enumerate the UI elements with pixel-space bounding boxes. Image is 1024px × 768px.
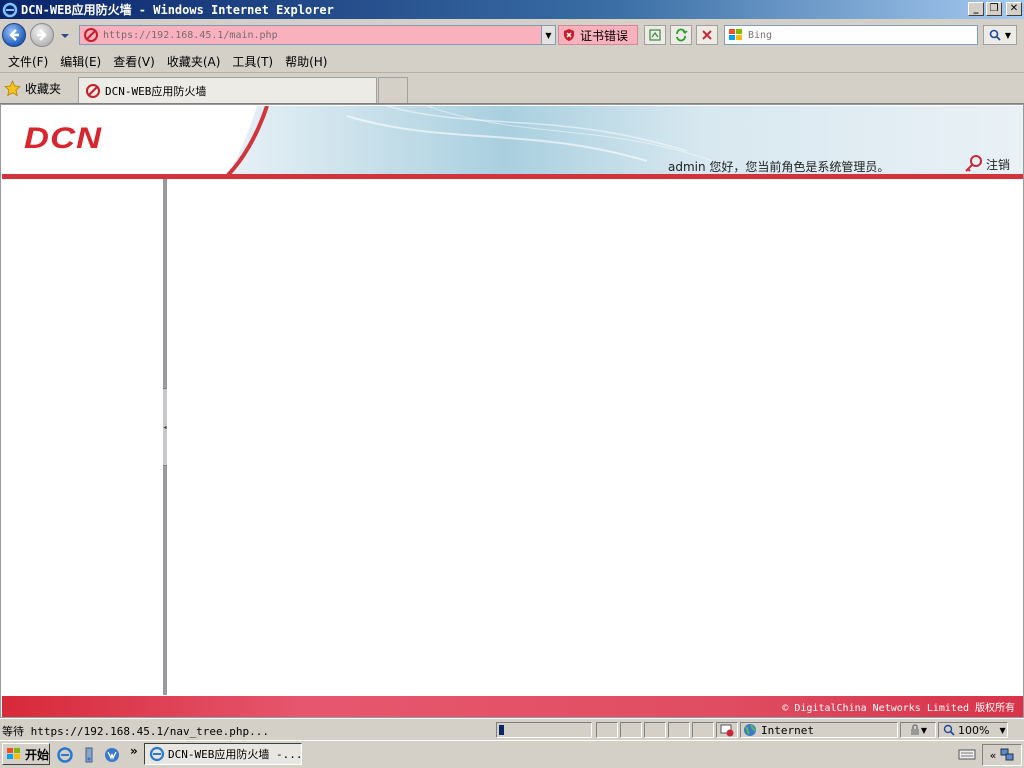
- ie-icon: [2, 2, 18, 17]
- server-manager-icon[interactable]: [80, 746, 98, 764]
- new-tab-button[interactable]: [378, 77, 408, 103]
- browser-tab[interactable]: DCN-WEB应用防火墙: [78, 77, 377, 103]
- magnifier-icon: [989, 29, 1001, 41]
- window-title: DCN-WEB应用防火墙 - Windows Internet Explorer: [21, 3, 334, 17]
- address-field[interactable]: https://192.168.45.1/main.php ▼: [79, 25, 556, 45]
- menu-file[interactable]: 文件(F): [2, 53, 54, 70]
- menu-view[interactable]: 查看(V): [107, 53, 161, 70]
- status-text: 等待 https://192.168.45.1/nav_tree.php...: [2, 725, 270, 738]
- zone-label: Internet: [761, 723, 814, 737]
- popup-blocked-icon: [720, 724, 734, 737]
- quicklaunch-more[interactable]: »: [130, 744, 138, 758]
- windows-logo-icon: [7, 748, 20, 759]
- taskbar-ie-window[interactable]: DCN-WEB应用防火墙 -...: [144, 743, 302, 765]
- nav-tree-frame: [2, 179, 163, 695]
- search-box: [724, 25, 978, 45]
- lock-icon: [910, 724, 919, 735]
- security-zone[interactable]: Internet: [740, 722, 898, 738]
- search-options-icon[interactable]: ▼: [1005, 31, 1011, 40]
- tray-expand-button[interactable]: «: [990, 749, 997, 762]
- arrow-left-icon: [9, 29, 19, 41]
- window-controls: _ ❐ ✕: [968, 2, 1022, 16]
- media-player-icon[interactable]: [103, 746, 121, 764]
- shield-error-icon: [564, 29, 574, 41]
- windows-logo-icon: [729, 29, 742, 40]
- favorites-button[interactable]: 收藏夹: [4, 80, 61, 97]
- page-footer: © DigitalChina Networks Limited 版权所有: [2, 696, 1023, 717]
- stop-button[interactable]: [696, 25, 718, 45]
- status-cell: [644, 722, 666, 738]
- zoom-control[interactable]: 100% ▼: [938, 722, 1008, 738]
- restore-button[interactable]: ❐: [986, 2, 1002, 16]
- address-toolbar: https://192.168.45.1/main.php ▼ 证书错误 Bin…: [0, 19, 1024, 51]
- favorites-label: 收藏夹: [25, 82, 62, 96]
- history-dropdown-icon[interactable]: [58, 31, 72, 41]
- favorites-bar: 收藏夹 DCN-WEB应用防火墙: [0, 74, 1024, 104]
- progress-fill: [499, 725, 504, 735]
- logout-label: 注销: [986, 157, 1011, 172]
- status-cell: [668, 722, 690, 738]
- close-button[interactable]: ✕: [1006, 2, 1022, 16]
- system-tray: «: [982, 744, 1022, 766]
- dcn-logo: DCN: [24, 122, 103, 155]
- search-button[interactable]: ▼: [983, 25, 1017, 45]
- status-bar: 等待 https://192.168.45.1/nav_tree.php... …: [0, 718, 1024, 740]
- forward-button[interactable]: [30, 23, 54, 47]
- minimize-button[interactable]: _: [968, 2, 984, 16]
- certificate-error-button[interactable]: 证书错误: [558, 25, 638, 45]
- zoom-level: 100%: [958, 723, 990, 737]
- back-button[interactable]: [2, 23, 26, 47]
- certificate-error-label: 证书错误: [580, 28, 629, 43]
- address-url[interactable]: https://192.168.45.1/main.php: [103, 30, 555, 41]
- compatibility-icon: [649, 29, 661, 41]
- globe-icon: [744, 724, 756, 736]
- menu-edit[interactable]: 编辑(E): [54, 53, 107, 70]
- page-error-icon: [86, 83, 100, 98]
- stop-icon: [702, 30, 712, 40]
- keyboard-icon[interactable]: [958, 747, 976, 761]
- menu-favorites[interactable]: 收藏夹(A): [161, 53, 227, 70]
- taskbar: 开始 » DCN-WEB应用防火墙 -... «: [0, 740, 1024, 768]
- menu-tools[interactable]: 工具(T): [226, 53, 279, 70]
- menu-help[interactable]: 帮助(H): [279, 53, 333, 70]
- chevron-down-icon: ▼: [920, 725, 928, 735]
- taskbar-window-title: DCN-WEB应用防火墙 -...: [168, 748, 302, 761]
- logout-link[interactable]: 注销: [964, 154, 1010, 174]
- status-cell: [596, 722, 618, 738]
- compatibility-button[interactable]: [644, 25, 666, 45]
- status-cell: [692, 722, 714, 738]
- address-dropdown-icon[interactable]: ▼: [541, 26, 555, 44]
- start-label: 开始: [25, 747, 50, 762]
- page-viewport: DCN admin 您好，您当前角色是系统管理员。 注销 ◂ © Digital…: [0, 104, 1024, 718]
- start-button[interactable]: 开始: [2, 743, 50, 765]
- menu-bar: 文件(F) 编辑(E) 查看(V) 收藏夹(A) 工具(T) 帮助(H): [0, 51, 1024, 73]
- popup-blocked-cell[interactable]: [716, 722, 738, 738]
- tab-title: DCN-WEB应用防火墙: [105, 84, 207, 98]
- progress-bar: [496, 722, 592, 738]
- header-banner-graphic: [227, 106, 1023, 176]
- chevron-down-icon: ▼: [999, 725, 1006, 735]
- refresh-icon: [676, 28, 688, 42]
- copyright-text: © DigitalChina Networks Limited 版权所有: [782, 703, 1015, 714]
- star-icon: [4, 80, 21, 97]
- page-error-icon: [84, 28, 98, 42]
- ie-icon: [149, 746, 165, 762]
- page-header: DCN admin 您好，您当前角色是系统管理员。 注销: [2, 106, 1023, 176]
- arrow-right-icon: [37, 29, 47, 41]
- ie-quicklaunch-icon[interactable]: [56, 746, 74, 764]
- status-cell: [620, 722, 642, 738]
- user-greeting: admin 您好，您当前角色是系统管理员。: [668, 160, 890, 174]
- network-icon[interactable]: [1000, 748, 1014, 762]
- key-icon: [965, 155, 982, 172]
- refresh-button[interactable]: [670, 25, 692, 45]
- zoom-icon: [943, 724, 955, 736]
- main-content-frame: [167, 179, 1023, 695]
- window-titlebar: DCN-WEB应用防火墙 - Windows Internet Explorer…: [0, 0, 1024, 19]
- search-input[interactable]: [748, 29, 968, 41]
- protected-mode-cell[interactable]: ▼: [900, 722, 936, 738]
